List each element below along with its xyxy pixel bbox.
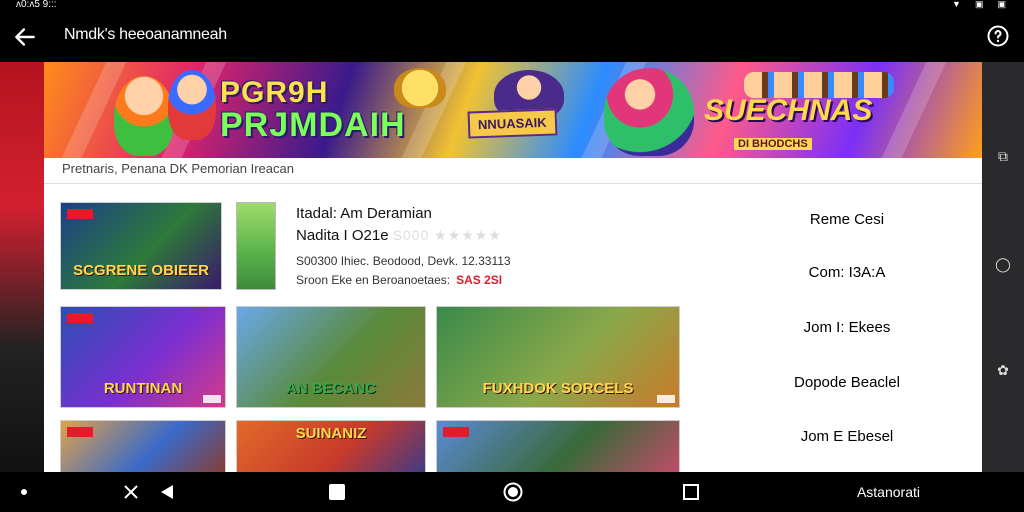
rating-stars-icon: S000 ★★★★★ [392, 227, 502, 243]
notification-dot-icon [21, 489, 27, 495]
nav-bar-label: Astanorati [856, 484, 920, 500]
system-nav-bar: Astanorati [0, 472, 1024, 512]
action-button-1[interactable]: Reme Cesi [726, 199, 968, 241]
tile-badge [67, 209, 93, 219]
featured-game-note: Sroon Eke en Beroanoetaes: SAS 2SI [296, 273, 503, 287]
promo-banner[interactable]: PGR9H PRJMDAIH NNUASAIK SUECHNAS DI BHOD… [44, 62, 982, 158]
featured-game-subtitle: Nadita I O21e S000 ★★★★★ [296, 227, 502, 244]
game-tile[interactable]: FUXHDOK SORCELS [436, 306, 680, 408]
cast-icon[interactable]: ⧉ [982, 148, 1024, 165]
tile-logo: SUINANIZ [295, 425, 367, 442]
tile-badge [67, 313, 93, 323]
assistant-icon[interactable] [122, 483, 140, 501]
tile-corner-badge [203, 395, 221, 403]
tile-logo: RUNTINAN [103, 380, 183, 397]
tile-logo: FUXHDOK SORCELS [482, 380, 634, 397]
banner-character [114, 76, 174, 156]
banner-logo-left: PGR9H PRJMDAIH [220, 76, 406, 144]
status-bar: ʌ0:ʌ5 9::: ▼ ▣ ▣ [0, 0, 1024, 12]
tile-badge [67, 427, 93, 437]
game-tile[interactable]: RUNTINAN [60, 306, 226, 408]
action-button-2[interactable]: Com: I3A:A [726, 252, 968, 294]
featured-game-meta: S00300 Ihiec. Beodood, Devk. 12.33113 [296, 254, 511, 268]
tile-logo: SCGRENE OBIEER [73, 262, 209, 279]
game-tile[interactable]: AN BECANC [236, 306, 426, 408]
banner-logo-middle: NNUASAIK [467, 108, 558, 139]
status-icons: ▼ ▣ ▣ [952, 0, 1006, 9]
price-label: SAS 2SI [456, 273, 503, 287]
left-edge-panel [0, 62, 44, 472]
tile-logo: AN BECANC [286, 380, 376, 397]
breadcrumb: Pretnaris, Penana DK Pemorian Ireacan [44, 158, 982, 184]
info-icon[interactable] [986, 24, 1010, 48]
wifi-icon: ▣ [974, 0, 984, 9]
right-edge-panel: ⧉ ◯ ✿ [982, 62, 1024, 472]
featured-game-title: Itadal: Am Deramian [296, 205, 432, 222]
status-time: ʌ0:ʌ5 9::: [16, 0, 57, 10]
game-tile[interactable] [436, 420, 680, 472]
featured-game-info: Itadal: Am Deramian Nadita I O21e S000 ★★… [296, 204, 511, 289]
banner-character [394, 68, 446, 108]
home-circle-icon[interactable] [503, 482, 523, 502]
recents-icon[interactable] [682, 483, 700, 501]
banner-character [604, 68, 694, 156]
battery-icon: ▣ [997, 0, 1006, 9]
action-button-5[interactable]: Jom E Ebesel [726, 416, 968, 458]
banner-character [168, 70, 216, 140]
tile-corner-badge [657, 395, 675, 403]
game-tile[interactable]: SUINANIZ [236, 420, 426, 472]
store-card: PGR9H PRJMDAIH NNUASAIK SUECHNAS DI BHOD… [44, 62, 982, 472]
square-icon[interactable] [328, 483, 346, 501]
back-triangle-icon[interactable] [158, 483, 176, 501]
action-button-3[interactable]: Jom I: Ekees [726, 307, 968, 349]
action-button-4[interactable]: Dopode Beaclel [726, 362, 968, 404]
banner-logo-right: SUECHNAS [704, 94, 873, 127]
banner-logo-right-sub: DI BHODCHS [734, 138, 812, 150]
back-arrow-icon[interactable] [12, 24, 38, 50]
game-tile[interactable] [60, 420, 226, 472]
home-edge-icon[interactable]: ◯ [982, 256, 1024, 273]
tile-badge [443, 427, 469, 437]
featured-game-icon[interactable] [236, 202, 276, 290]
app-title: Nmdk's heeoanamneah [64, 26, 227, 43]
app-bar: Nmdk's heeoanamneah [0, 12, 1024, 62]
game-tile[interactable]: SCGRENE OBIEER [60, 202, 222, 290]
settings-edge-icon[interactable]: ✿ [982, 362, 1024, 379]
signal-icon: ▼ [952, 0, 961, 9]
